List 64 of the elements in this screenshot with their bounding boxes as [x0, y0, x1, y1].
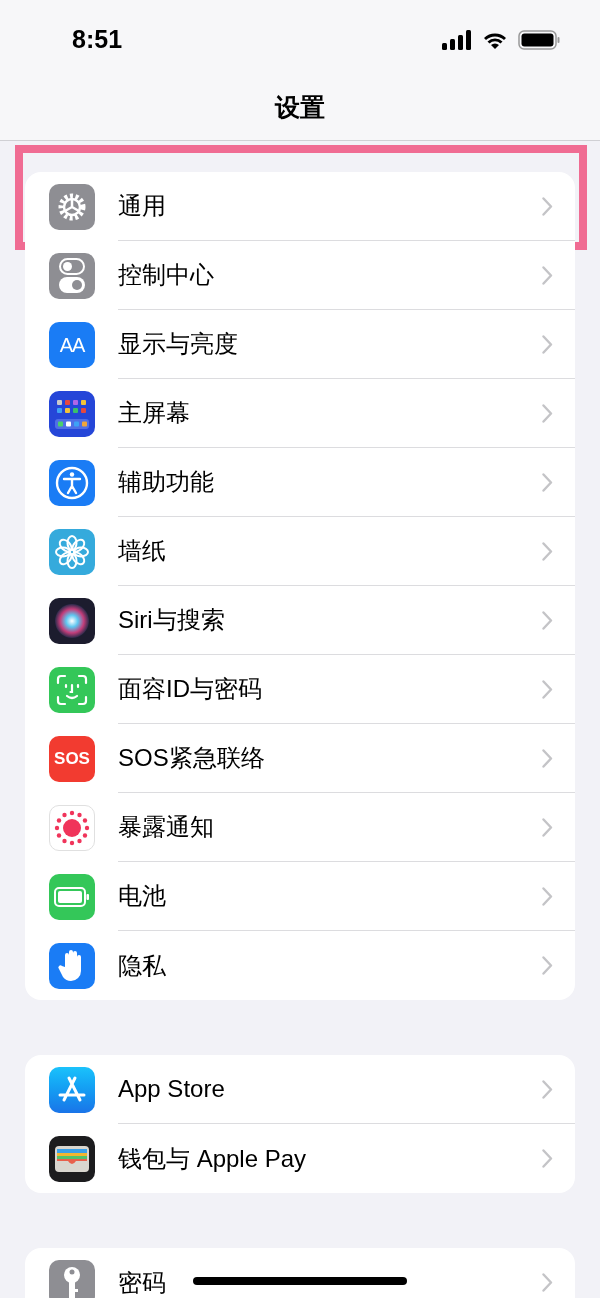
row-label: 显示与亮度 — [118, 329, 238, 359]
chevron-icon — [542, 1149, 553, 1168]
row-label: App Store — [118, 1074, 225, 1104]
toggle-switches-icon — [49, 252, 95, 299]
settings-row[interactable]: 墙纸 — [25, 517, 575, 586]
page-title: 设置 — [275, 92, 325, 124]
row-label: SOS紧急联络 — [118, 743, 265, 773]
text-size-icon: AA — [49, 321, 95, 368]
row-label: 密码 — [118, 1267, 166, 1298]
settings-row[interactable]: 隐私 — [25, 931, 575, 1000]
settings-row[interactable]: SOS SOS紧急联络 — [25, 724, 575, 793]
settings-row[interactable]: 主屏幕 — [25, 379, 575, 448]
chevron-icon — [542, 817, 553, 837]
chevron-icon — [542, 334, 553, 354]
settings-row[interactable]: 钱包与 Apple Pay — [25, 1124, 575, 1193]
chevron-icon — [542, 265, 553, 285]
row-label: 主屏幕 — [118, 398, 190, 428]
sun-dots-icon — [49, 804, 95, 851]
status-time: 8:51 — [72, 24, 123, 56]
wallet-icon — [49, 1135, 95, 1182]
row-label: 电池 — [118, 881, 166, 911]
gear-icon — [49, 183, 95, 230]
settings-row[interactable]: Siri与搜索 — [25, 586, 575, 655]
row-label: Siri与搜索 — [118, 605, 225, 635]
row-label: 钱包与 Apple Pay — [118, 1143, 307, 1174]
chevron-icon — [542, 403, 553, 423]
accessibility-icon — [49, 459, 95, 506]
chevron-icon — [542, 472, 553, 492]
chevron-icon — [542, 541, 553, 561]
row-label: 隐私 — [118, 950, 166, 981]
battery-icon — [49, 873, 95, 920]
settings-row[interactable]: 通用 — [25, 172, 575, 241]
chevron-icon — [542, 886, 553, 906]
chevron-icon — [542, 1079, 553, 1099]
hand-icon — [49, 942, 95, 989]
settings-row[interactable]: 面容ID与密码 — [25, 655, 575, 724]
key-icon — [49, 1259, 95, 1298]
face-scan-icon — [49, 666, 95, 713]
flower-icon — [49, 528, 95, 575]
chevron-icon — [542, 679, 553, 699]
settings-row[interactable]: App Store — [25, 1055, 575, 1124]
orb-icon — [49, 597, 95, 644]
row-label: 墙纸 — [118, 536, 166, 566]
row-label: 面容ID与密码 — [118, 674, 262, 704]
chevron-icon — [542, 1273, 553, 1292]
chevron-icon — [542, 196, 553, 216]
battery-status-icon — [518, 30, 560, 50]
signal-icon — [442, 30, 472, 50]
app-store-icon — [49, 1066, 95, 1113]
app-grid-icon — [49, 390, 95, 437]
settings-row[interactable]: 控制中心 — [25, 241, 575, 310]
row-label: 暴露通知 — [118, 812, 214, 842]
settings-row[interactable]: 密码 — [25, 1248, 575, 1298]
chevron-icon — [542, 956, 553, 975]
settings-row[interactable]: 电池 — [25, 862, 575, 931]
settings-row[interactable]: 暴露通知 — [25, 793, 575, 862]
chevron-icon — [542, 748, 553, 768]
row-label: 通用 — [118, 191, 166, 221]
sos-icon: SOS — [49, 735, 95, 782]
settings-row[interactable]: 辅助功能 — [25, 448, 575, 517]
row-label: 辅助功能 — [118, 467, 214, 497]
settings-row[interactable]: AA 显示与亮度 — [25, 310, 575, 379]
chevron-icon — [542, 610, 553, 630]
row-label: 控制中心 — [118, 260, 214, 290]
